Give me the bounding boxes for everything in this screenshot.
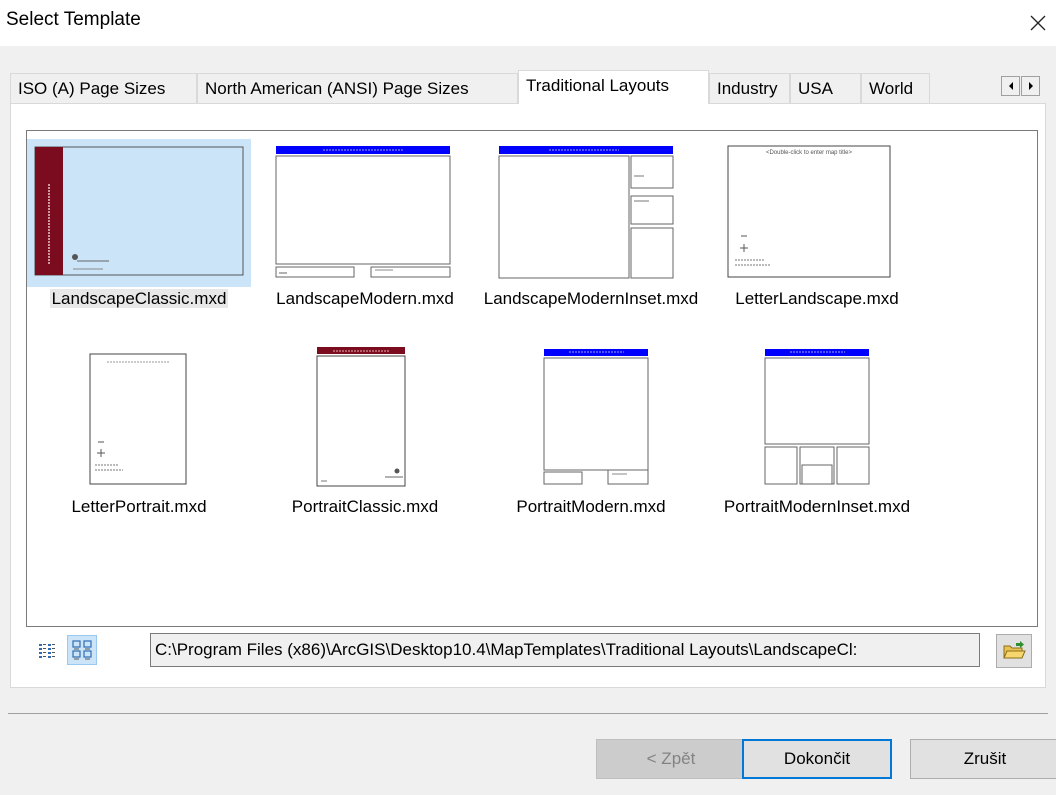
template-thumbnail <box>479 139 703 287</box>
template-item[interactable]: PortraitClassic.mxd <box>253 347 477 537</box>
thumbnail-view-icon <box>72 640 92 660</box>
arrow-right-icon <box>1028 82 1033 90</box>
open-folder-icon <box>1003 641 1026 659</box>
cancel-button[interactable]: Zrušit <box>910 739 1056 779</box>
template-label: LetterLandscape.mxd <box>735 289 899 308</box>
template-label: LandscapeClassic.mxd <box>49 289 229 308</box>
template-label: PortraitModernInset.mxd <box>723 497 911 516</box>
template-item[interactable]: PortraitModernInset.mxd <box>705 347 929 537</box>
template-thumbnail <box>27 347 251 495</box>
template-label: PortraitClassic.mxd <box>291 497 439 516</box>
thumbnail-view-button[interactable] <box>67 635 97 665</box>
tab-scroll-left-button[interactable] <box>1001 76 1020 96</box>
template-thumbnail <box>253 139 477 287</box>
template-thumbnail <box>479 347 703 495</box>
template-thumbnail <box>253 347 477 495</box>
template-label: LetterPortrait.mxd <box>71 497 207 516</box>
thumb-title-text: <Double-click to enter map title> <box>766 150 853 156</box>
template-item[interactable]: LetterPortrait.mxd <box>27 347 251 537</box>
template-item[interactable]: LandscapeClassic.mxd <box>27 139 251 329</box>
template-thumbnail <box>27 139 251 287</box>
arrow-left-icon <box>1008 82 1013 90</box>
tab-scroll-right-button[interactable] <box>1021 76 1040 96</box>
separator <box>8 713 1048 714</box>
list-view-icon <box>39 644 55 658</box>
template-item[interactable]: PortraitModern.mxd <box>479 347 703 537</box>
template-label: PortraitModern.mxd <box>516 497 666 516</box>
tab-north-american-page-sizes[interactable]: North American (ANSI) Page Sizes <box>197 73 518 104</box>
tab-usa[interactable]: USA <box>790 73 861 104</box>
template-gallery[interactable]: LandscapeClassic.mxd LandscapeModern.mxd <box>26 130 1038 627</box>
tab-world[interactable]: World <box>861 73 930 104</box>
tab-strip: ISO (A) Page Sizes North American (ANSI)… <box>10 70 1056 104</box>
template-item[interactable]: <Double-click to enter map title> Letter… <box>705 139 929 329</box>
window-title: Select Template <box>6 9 141 30</box>
back-button[interactable]: < Zpět <box>596 739 746 779</box>
title-bar: Select Template <box>0 0 1056 46</box>
template-item[interactable]: LandscapeModern.mxd <box>253 139 477 329</box>
template-thumbnail: <Double-click to enter map title> <box>705 139 929 287</box>
template-path-field[interactable]: C:\Program Files (x86)\ArcGIS\Desktop10.… <box>150 633 980 667</box>
browse-button[interactable] <box>996 634 1032 668</box>
template-thumbnail <box>705 347 929 495</box>
finish-button[interactable]: Dokončit <box>742 739 892 779</box>
tab-traditional-layouts[interactable]: Traditional Layouts <box>518 70 709 104</box>
close-icon <box>1030 15 1046 31</box>
template-item[interactable]: LandscapeModernInset.mxd <box>479 139 703 329</box>
tab-iso-page-sizes[interactable]: ISO (A) Page Sizes <box>10 73 197 104</box>
tab-industry[interactable]: Industry <box>709 73 790 104</box>
template-label: LandscapeModern.mxd <box>276 289 454 308</box>
close-button[interactable] <box>1020 0 1056 46</box>
list-view-button[interactable] <box>32 637 62 667</box>
tab-panel: LandscapeClassic.mxd LandscapeModern.mxd <box>10 103 1046 688</box>
template-label: LandscapeModernInset.mxd <box>483 289 699 308</box>
